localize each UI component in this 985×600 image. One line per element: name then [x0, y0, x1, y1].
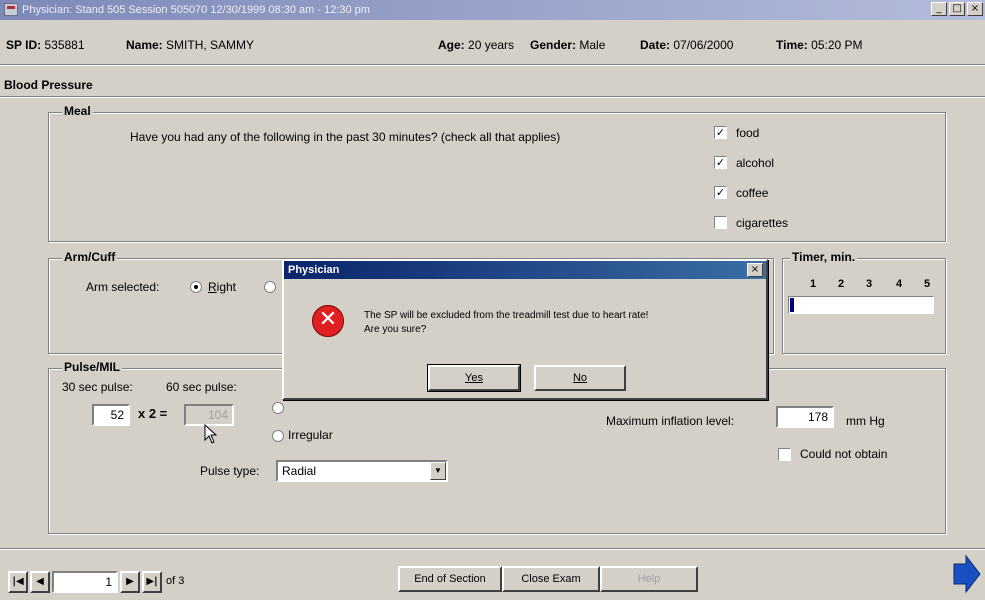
age-field: Age: 20 years — [438, 38, 515, 52]
max-inflation-input[interactable]: 178 — [776, 406, 834, 428]
timer-tick-4: 4 — [896, 278, 903, 290]
date-field: Date: 07/06/2000 — [640, 38, 734, 52]
name-field: Name: SMITH, SAMMY — [126, 38, 255, 52]
app-icon — [4, 3, 18, 16]
page-number-input[interactable]: 1 — [52, 571, 118, 593]
window-title: Physician: Stand 505 Session 505070 12/3… — [22, 4, 370, 16]
timer-progress-fill — [790, 298, 794, 312]
food-label: food — [736, 126, 760, 140]
footer-divider — [0, 548, 985, 550]
arm-cuff-group-title: Arm/Cuff — [62, 250, 118, 264]
meal-question: Have you had any of the following in the… — [130, 130, 561, 144]
cigarettes-label: cigarettes — [736, 216, 789, 230]
close-window-button[interactable]: × — [967, 2, 983, 16]
error-icon: ✕ — [312, 305, 344, 337]
yes-button[interactable]: Yes — [427, 364, 521, 392]
dialog-title: Physician — [288, 264, 340, 276]
header-divider — [0, 64, 985, 66]
could-not-obtain-checkbox[interactable] — [778, 448, 791, 461]
pulse-30-input[interactable]: 52 — [92, 404, 130, 426]
section-title: Blood Pressure — [4, 78, 93, 92]
coffee-checkbox[interactable]: ✓ — [714, 186, 727, 199]
alcohol-checkbox[interactable]: ✓ — [714, 156, 727, 169]
minimize-button[interactable]: _ — [931, 2, 947, 16]
arm-right-label: Right — [208, 280, 237, 294]
participant-info-bar: SP ID: 535881 Name: SMITH, SAMMY Age: 20… — [0, 34, 985, 56]
time-field: Time: 05:20 PM — [776, 38, 863, 52]
irregular-label: Irregular — [288, 428, 333, 442]
food-checkbox[interactable]: ✓ — [714, 126, 727, 139]
arm-selected-label: Arm selected: — [86, 280, 160, 294]
close-exam-button[interactable]: Close Exam — [502, 566, 600, 592]
first-record-button[interactable]: |◀ — [8, 571, 28, 593]
irregular-radio[interactable] — [272, 430, 284, 442]
arm-left-radio[interactable] — [264, 281, 276, 293]
coffee-label: coffee — [736, 186, 769, 200]
dialog-message: The SP will be excluded from the treadmi… — [364, 309, 764, 337]
chevron-down-icon[interactable]: ▼ — [430, 462, 446, 480]
pulse-type-value: Radial — [282, 464, 317, 478]
confirm-dialog: Physician × ✕ The SP will be excluded fr… — [282, 259, 768, 400]
page-count-label: of 3 — [166, 575, 185, 587]
last-record-button[interactable]: ▶| — [142, 571, 162, 593]
pulse-60-label: 60 sec pulse: — [166, 380, 237, 394]
help-button[interactable]: Help — [600, 566, 698, 592]
multiplier-label: x 2 = — [138, 406, 168, 421]
timer-group-title: Timer, min. — [790, 250, 858, 264]
pulse-30-label: 30 sec pulse: — [62, 380, 133, 394]
timer-progress-bar — [788, 296, 934, 314]
end-of-section-button[interactable]: End of Section — [398, 566, 502, 592]
timer-tick-1: 1 — [810, 278, 817, 290]
meal-group-title: Meal — [62, 104, 93, 118]
maximize-button[interactable]: □ — [949, 2, 965, 16]
mouse-cursor-icon — [204, 424, 218, 444]
could-not-obtain-label: Could not obtain — [800, 447, 888, 461]
gender-field: Gender: Male — [530, 38, 606, 52]
timer-tick-5: 5 — [924, 278, 931, 290]
sp-id-field: SP ID: 535881 — [6, 38, 85, 52]
dialog-message-line-1: The SP will be excluded from the treadmi… — [364, 310, 649, 321]
dialog-message-line-2: Are you sure? — [364, 324, 427, 335]
previous-record-button[interactable]: ◀ — [30, 571, 50, 593]
main-window: Physician: Stand 505 Session 505070 12/3… — [0, 0, 985, 600]
section-divider — [0, 96, 985, 98]
timer-tick-3: 3 — [866, 278, 873, 290]
alcohol-label: alcohol — [736, 156, 775, 170]
dialog-titlebar[interactable]: Physician × — [284, 261, 766, 279]
timer-tick-2: 2 — [838, 278, 845, 290]
regular-radio[interactable] — [272, 402, 284, 414]
no-button[interactable]: No — [534, 365, 626, 391]
arm-right-radio[interactable] — [190, 281, 202, 293]
next-section-arrow-icon[interactable] — [948, 552, 984, 596]
pulse-type-select[interactable]: Radial ▼ — [276, 460, 448, 482]
mmhg-unit-label: mm Hg — [846, 414, 885, 428]
cigarettes-checkbox[interactable] — [714, 216, 727, 229]
pulse-group-title: Pulse/MIL — [62, 360, 123, 374]
window-titlebar[interactable]: Physician: Stand 505 Session 505070 12/3… — [0, 0, 985, 20]
max-inflation-label: Maximum inflation level: — [606, 414, 735, 428]
dialog-close-button[interactable]: × — [747, 263, 763, 277]
pulse-60-input[interactable]: 104 — [184, 404, 234, 426]
pulse-type-label: Pulse type: — [200, 464, 260, 478]
next-record-button[interactable]: ▶ — [120, 571, 140, 593]
